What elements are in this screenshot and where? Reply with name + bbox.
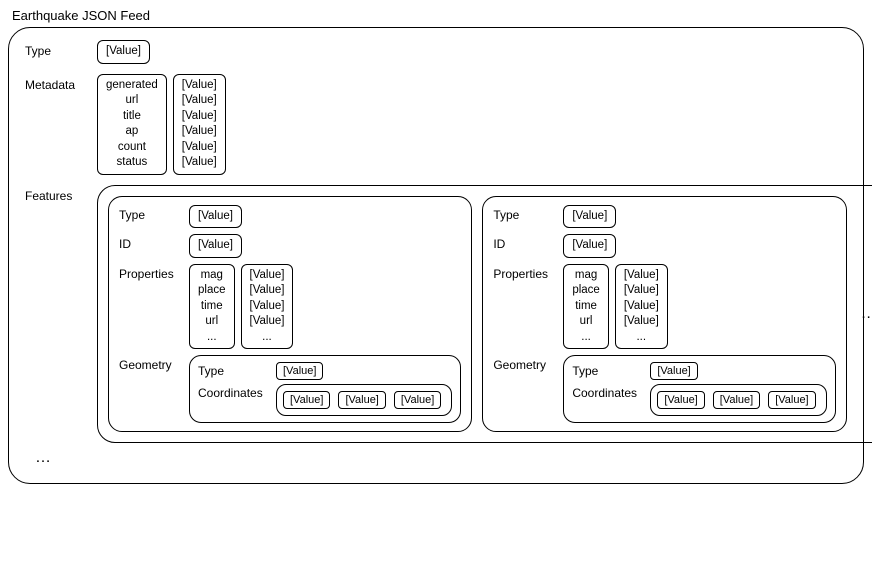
- feature-type-value: [Value]: [563, 205, 616, 229]
- coordinates-label: Coordinates: [572, 384, 650, 400]
- property-key: mag: [572, 268, 600, 284]
- metadata-key: count: [106, 140, 158, 156]
- property-value: [Value]: [624, 299, 659, 315]
- metadata-value: [Value]: [182, 109, 217, 125]
- property-values: [Value] [Value] [Value] [Value] ...: [615, 264, 668, 350]
- feature-item: Type [Value] ID [Value] Properties mag p…: [482, 196, 846, 433]
- geometry-type-label: Type: [572, 362, 650, 378]
- feed-container: Type [Value] Metadata generated url titl…: [8, 27, 864, 484]
- metadata-label: Metadata: [25, 74, 97, 92]
- features-array: Type [Value] ID [Value] Properties mag p…: [97, 185, 872, 444]
- metadata-value: [Value]: [182, 93, 217, 109]
- property-value: [Value]: [250, 268, 285, 284]
- geometry-type-value: [Value]: [650, 362, 697, 380]
- coordinate-value: [Value]: [713, 391, 760, 409]
- geometry-container: Type [Value] Coordinates [Value] [Value]…: [563, 355, 835, 423]
- geometry-container: Type [Value] Coordinates [Value] [Value]…: [189, 355, 461, 423]
- property-key: mag: [198, 268, 226, 284]
- feature-id-label: ID: [493, 234, 563, 251]
- feature-id-label: ID: [119, 234, 189, 251]
- feature-properties-label: Properties: [493, 264, 563, 281]
- coordinate-value: [Value]: [338, 391, 385, 409]
- metadata-value: [Value]: [182, 78, 217, 94]
- feature-geometry-label: Geometry: [493, 355, 563, 372]
- feature-type-label: Type: [119, 205, 189, 222]
- property-value: [Value]: [250, 299, 285, 315]
- property-key: time: [572, 299, 600, 315]
- feature-geometry-label: Geometry: [119, 355, 189, 372]
- property-value: ...: [250, 330, 285, 346]
- metadata-key: url: [106, 93, 158, 109]
- metadata-value: [Value]: [182, 140, 217, 156]
- property-key: ...: [198, 330, 226, 346]
- metadata-value: [Value]: [182, 124, 217, 140]
- feature-type-label: Type: [493, 205, 563, 222]
- property-values: [Value] [Value] [Value] [Value] ...: [241, 264, 294, 350]
- metadata-keys: generated url title ap count status: [97, 74, 167, 175]
- coordinates-label: Coordinates: [198, 384, 276, 400]
- property-value: [Value]: [250, 314, 285, 330]
- features-row: Features Type [Value] ID [Value] Propert…: [25, 185, 847, 444]
- diagram-title: Earthquake JSON Feed: [12, 8, 864, 23]
- coordinate-value: [Value]: [768, 391, 815, 409]
- property-value: [Value]: [624, 314, 659, 330]
- metadata-key: ap: [106, 124, 158, 140]
- property-key: url: [572, 314, 600, 330]
- property-keys: mag place time url ...: [563, 264, 609, 350]
- metadata-value: [Value]: [182, 155, 217, 171]
- feed-ellipsis-icon: …: [35, 449, 847, 467]
- metadata-key: status: [106, 155, 158, 171]
- property-key: ...: [572, 330, 600, 346]
- metadata-key: title: [106, 109, 158, 125]
- feature-type-value: [Value]: [189, 205, 242, 229]
- property-value: [Value]: [250, 283, 285, 299]
- property-key: place: [572, 283, 600, 299]
- feature-item: Type [Value] ID [Value] Properties mag p…: [108, 196, 472, 433]
- metadata-row: Metadata generated url title ap count st…: [25, 74, 847, 175]
- type-label: Type: [25, 40, 97, 58]
- property-value: [Value]: [624, 268, 659, 284]
- coordinate-value: [Value]: [394, 391, 441, 409]
- feature-id-value: [Value]: [189, 234, 242, 258]
- type-value: [Value]: [97, 40, 150, 64]
- coordinates-array: [Value] [Value] [Value]: [650, 384, 826, 416]
- property-key: place: [198, 283, 226, 299]
- property-value: ...: [624, 330, 659, 346]
- geometry-type-label: Type: [198, 362, 276, 378]
- property-keys: mag place time url ...: [189, 264, 235, 350]
- type-row: Type [Value]: [25, 40, 847, 64]
- property-value: [Value]: [624, 283, 659, 299]
- feature-properties-label: Properties: [119, 264, 189, 281]
- property-key: url: [198, 314, 226, 330]
- feature-id-value: [Value]: [563, 234, 616, 258]
- features-ellipsis-icon: …: [857, 305, 872, 323]
- geometry-type-value: [Value]: [276, 362, 323, 380]
- property-key: time: [198, 299, 226, 315]
- coordinate-value: [Value]: [657, 391, 704, 409]
- coordinate-value: [Value]: [283, 391, 330, 409]
- coordinates-array: [Value] [Value] [Value]: [276, 384, 452, 416]
- metadata-values: [Value] [Value] [Value] [Value] [Value] …: [173, 74, 226, 175]
- metadata-key: generated: [106, 78, 158, 94]
- features-label: Features: [25, 185, 97, 203]
